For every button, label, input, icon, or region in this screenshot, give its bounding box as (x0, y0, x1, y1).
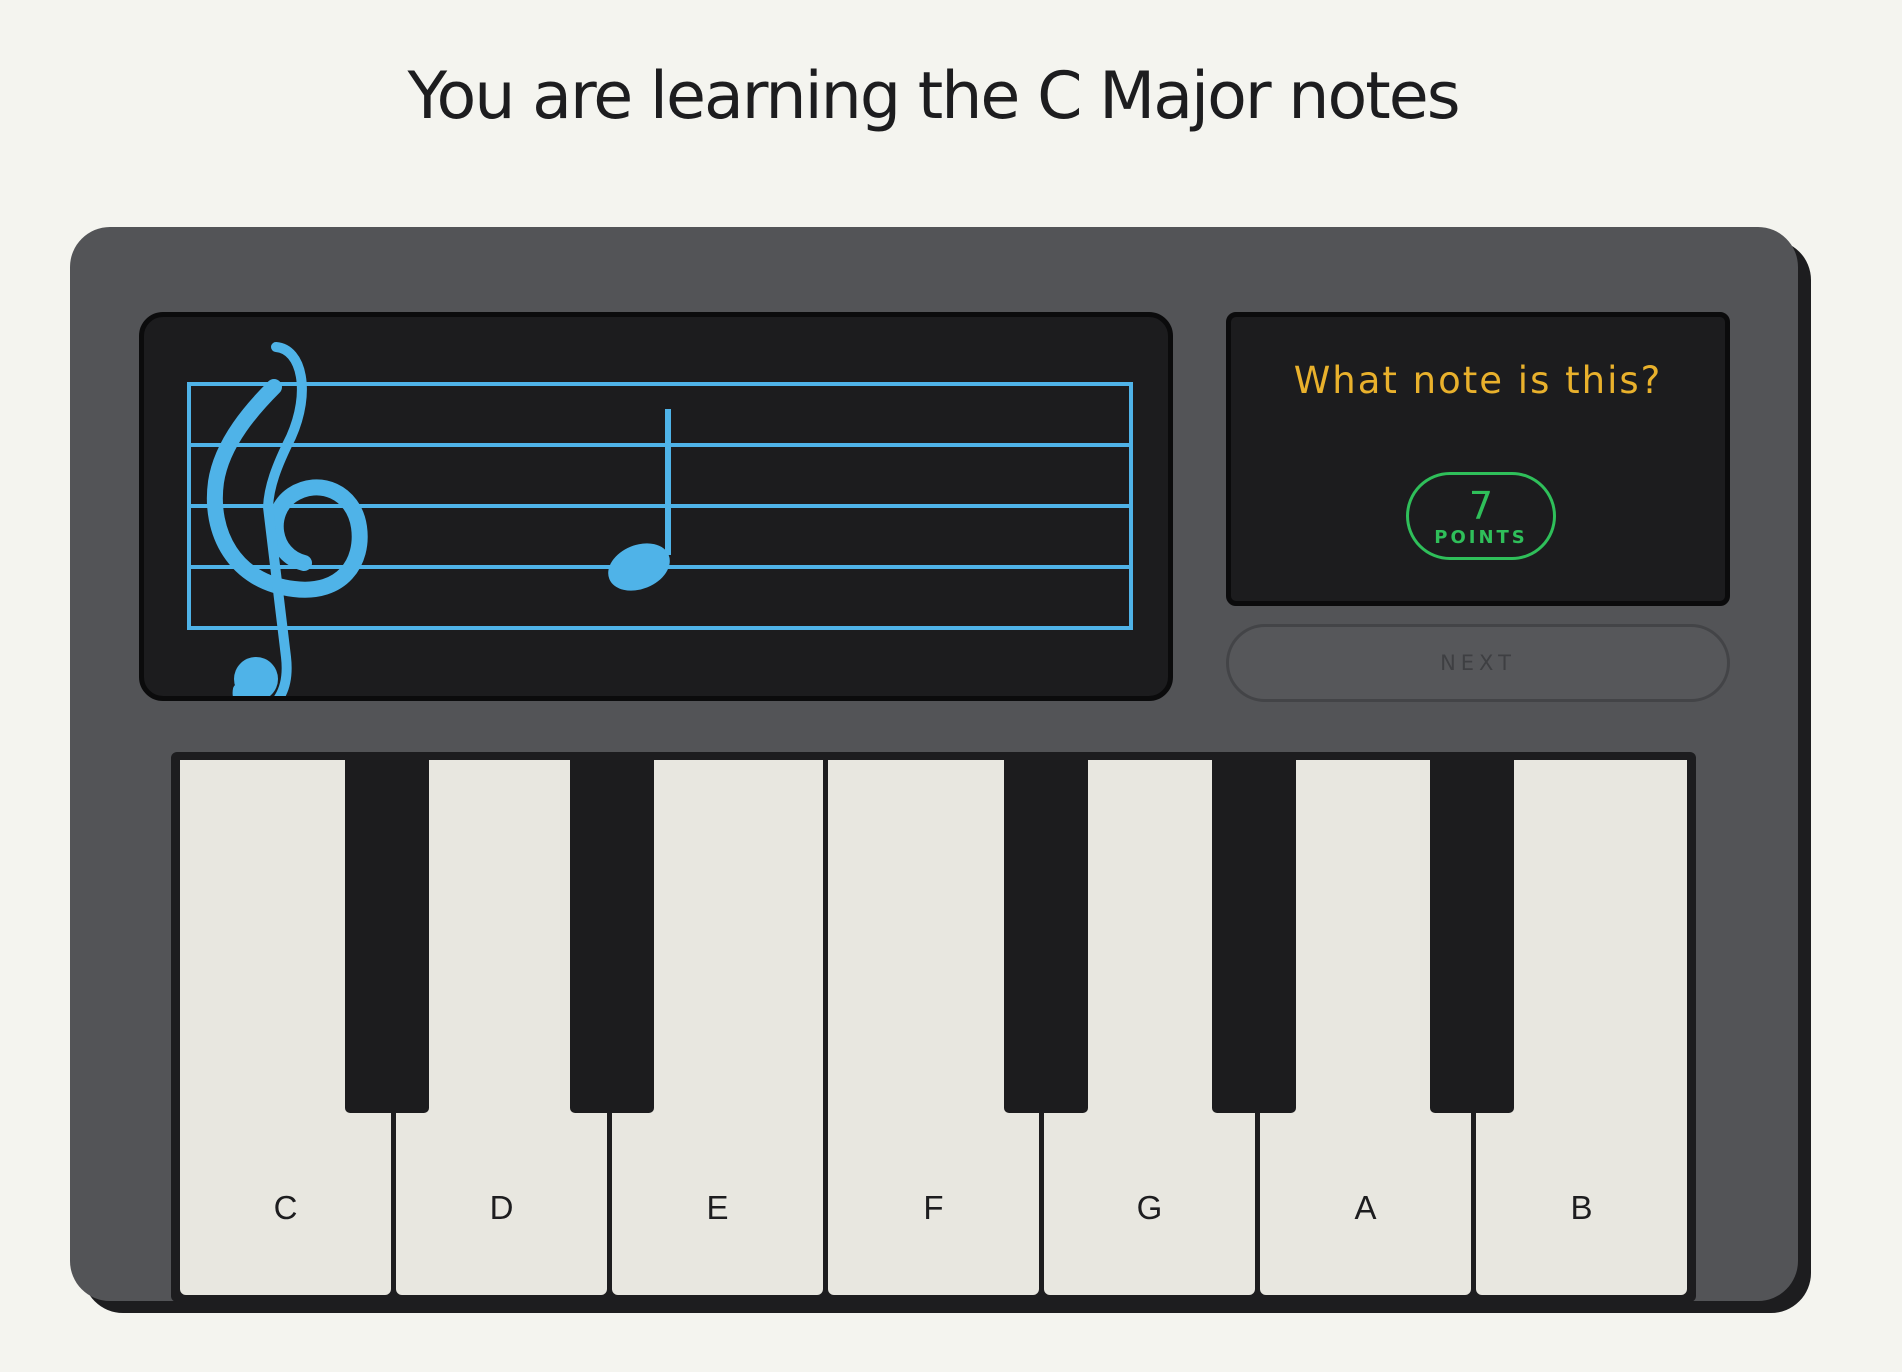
black-key-c-sharp[interactable] (345, 760, 429, 1113)
page-title: You are learning the C Major notes (407, 59, 1460, 134)
black-key-g-sharp[interactable] (1212, 760, 1296, 1113)
treble-clef-icon (206, 342, 368, 696)
black-key-f-sharp[interactable] (1004, 760, 1088, 1113)
key-label: F (923, 1189, 944, 1226)
points-label: POINTS (1434, 527, 1528, 548)
points-badge: 7 POINTS (1406, 472, 1556, 560)
question-text: What note is this? (1293, 359, 1663, 402)
black-key-d-sharp[interactable] (570, 760, 654, 1113)
staff-screen (139, 312, 1173, 701)
key-label: C (273, 1189, 298, 1226)
black-key-a-sharp[interactable] (1430, 760, 1514, 1113)
key-label: B (1570, 1189, 1593, 1226)
key-label: E (706, 1189, 729, 1226)
quiz-panel: What note is this? 7 POINTS (1226, 312, 1730, 606)
key-label: G (1136, 1189, 1163, 1226)
points-value: 7 (1468, 484, 1494, 528)
key-label: A (1354, 1189, 1377, 1226)
next-button[interactable]: NEXT (1226, 624, 1730, 702)
key-label: D (489, 1189, 514, 1226)
staff (187, 342, 1133, 696)
